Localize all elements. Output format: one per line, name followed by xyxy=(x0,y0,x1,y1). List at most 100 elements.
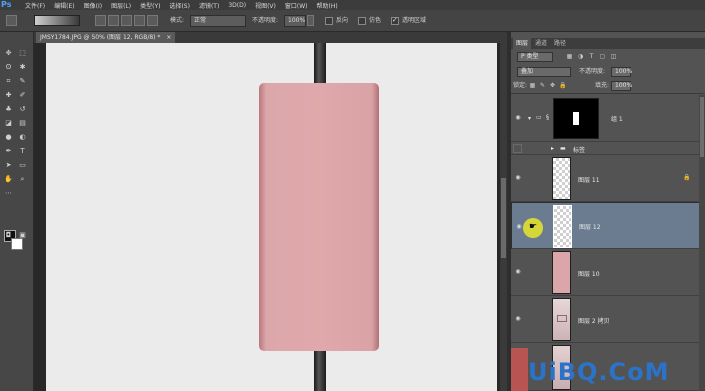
filter-shape-icon[interactable]: ▢ xyxy=(599,53,606,60)
layer-name[interactable]: 图层 10 xyxy=(578,269,600,278)
filter-type-icon[interactable]: T xyxy=(588,53,595,60)
diamond-gradient-icon[interactable] xyxy=(147,15,158,26)
transparency-checkbox[interactable] xyxy=(391,16,399,25)
layer-opacity-field[interactable]: 100% xyxy=(611,67,632,77)
marquee-tool-icon[interactable]: ⬚ xyxy=(18,49,27,57)
menu-select[interactable]: 选择(S) xyxy=(169,1,190,10)
collapse-arrow-icon[interactable]: ▸ xyxy=(551,145,554,152)
layer-row-2-copy[interactable]: ◉ 图层 2 拷贝 xyxy=(511,296,705,343)
canvas[interactable] xyxy=(46,43,497,391)
filter-adjustment-icon[interactable]: ◑ xyxy=(577,53,584,60)
layer-name[interactable]: 图层 12 xyxy=(579,223,601,233)
mode-label: 模式: xyxy=(170,17,185,24)
eraser-tool-icon[interactable]: ◪ xyxy=(4,119,13,127)
menu-image[interactable]: 图像(I) xyxy=(84,1,102,10)
zoom-tool-icon[interactable]: ⌕ xyxy=(18,175,27,183)
stamp-tool-icon[interactable]: ♣ xyxy=(4,105,13,113)
dither-checkbox[interactable] xyxy=(358,17,366,25)
group-mask-thumbnail[interactable] xyxy=(553,98,599,139)
tab-layers[interactable]: 图层 xyxy=(513,38,532,49)
gradient-tool-icon[interactable]: ▤ xyxy=(18,119,27,127)
reverse-checkbox[interactable] xyxy=(325,17,333,25)
healing-brush-icon[interactable]: ✚ xyxy=(4,91,13,99)
expand-arrow-icon[interactable]: ▾ xyxy=(528,115,531,122)
fill-label: 填充: xyxy=(595,82,610,89)
pen-tool-icon[interactable]: ✒ xyxy=(4,147,13,155)
pink-box-shape xyxy=(259,83,379,351)
magic-wand-icon[interactable]: ✱ xyxy=(18,63,27,71)
menu-file[interactable]: 文件(F) xyxy=(25,1,45,10)
blend-mode-select[interactable]: 叠加 xyxy=(517,67,571,77)
lock-all-icon[interactable]: 🔒 xyxy=(559,82,566,89)
layer-row-folder[interactable]: ▸ ▬ 标签 xyxy=(511,142,705,155)
close-tab-icon[interactable]: × xyxy=(166,34,171,41)
hand-tool-icon[interactable]: ✋ xyxy=(4,175,13,183)
reflected-gradient-icon[interactable] xyxy=(134,15,145,26)
crop-tool-icon[interactable]: ⌗ xyxy=(4,77,13,85)
menu-edit[interactable]: 编辑(E) xyxy=(54,1,74,10)
menu-filter[interactable]: 滤镜(T) xyxy=(199,1,219,10)
type-tool-icon[interactable]: T xyxy=(18,147,27,155)
menu-view[interactable]: 视图(V) xyxy=(255,1,276,10)
mode-select[interactable]: 正常 xyxy=(190,15,246,27)
layer-row-11[interactable]: ◉ 图层 11 🔒 xyxy=(511,155,705,202)
background-color-swatch[interactable] xyxy=(11,238,23,250)
visibility-eye-icon[interactable]: ◉ xyxy=(514,268,522,275)
history-brush-icon[interactable]: ↺ xyxy=(18,105,27,113)
menu-layer[interactable]: 图层(L) xyxy=(111,1,131,10)
layer-name[interactable]: 组 1 xyxy=(611,114,623,123)
layer-name[interactable]: 图层 11 xyxy=(578,175,600,184)
layer-row-group1[interactable]: ◉ ▾ ▭ § 组 1 xyxy=(511,95,705,142)
layer-thumbnail[interactable] xyxy=(553,205,572,248)
move-tool-icon[interactable]: ✥ xyxy=(4,49,13,57)
menu-3d[interactable]: 3D(D) xyxy=(228,2,246,9)
linear-gradient-icon[interactable] xyxy=(95,15,106,26)
tools-panel: ✥ ⬚ ʘ ✱ ⌗ ✎ ✚ ✐ ♣ ↺ ◪ ▤ ● ◐ ✒ T ➤ ▭ ✋ ⌕ … xyxy=(0,32,34,391)
layer-thumbnail[interactable] xyxy=(552,157,571,200)
screen-mode-icon[interactable]: ▣ xyxy=(18,231,27,239)
lasso-tool-icon[interactable]: ʘ xyxy=(4,63,13,71)
quick-mask-icon[interactable]: ◘ xyxy=(4,231,13,239)
mask-shape xyxy=(573,112,579,125)
layers-scrollbar-thumb[interactable] xyxy=(700,97,704,157)
radial-gradient-icon[interactable] xyxy=(108,15,119,26)
layer-name[interactable]: 标签 xyxy=(573,145,585,154)
tab-channels[interactable]: 通道 xyxy=(532,38,550,49)
fill-field[interactable]: 100% xyxy=(611,81,632,91)
filter-pixel-icon[interactable]: ▦ xyxy=(566,53,573,60)
document-tab[interactable]: JMSY1784.JPG @ 50% (图层 12, RGB/8) * × xyxy=(36,32,176,43)
gradient-picker[interactable] xyxy=(34,15,80,26)
layer-name[interactable]: 图层 2 拷贝 xyxy=(578,316,610,325)
blur-tool-icon[interactable]: ● xyxy=(4,133,13,141)
eyedropper-icon[interactable]: ✎ xyxy=(18,77,27,85)
tool-preset-icon[interactable] xyxy=(6,15,17,26)
edit-toolbar-icon[interactable]: ⋯ xyxy=(4,189,13,197)
visibility-eye-icon[interactable]: ◉ xyxy=(514,114,522,121)
brush-tool-icon[interactable]: ✐ xyxy=(18,91,27,99)
lock-paint-icon[interactable]: ✎ xyxy=(539,82,546,89)
menu-type[interactable]: 类型(Y) xyxy=(140,1,160,10)
lock-pixels-icon[interactable]: ▦ xyxy=(529,82,536,89)
opacity-field[interactable]: 100% xyxy=(284,15,306,27)
layer-thumbnail[interactable] xyxy=(552,251,571,294)
angle-gradient-icon[interactable] xyxy=(121,15,132,26)
visibility-eye-icon[interactable]: ◉ xyxy=(514,174,522,181)
filter-smart-object-icon[interactable]: ◫ xyxy=(610,53,617,60)
opacity-dropdown-icon[interactable] xyxy=(307,15,314,26)
pole-top xyxy=(314,43,326,83)
lock-position-icon[interactable]: ✥ xyxy=(549,82,556,89)
shape-tool-icon[interactable]: ▭ xyxy=(18,161,27,169)
layer-thumbnail[interactable] xyxy=(552,298,571,341)
folder-icon: ▬ xyxy=(560,145,566,152)
layer-row-10[interactable]: ◉ 图层 10 xyxy=(511,249,705,296)
menu-window[interactable]: 窗口(W) xyxy=(285,1,308,10)
visibility-eye-icon[interactable]: ◉ xyxy=(515,222,523,232)
dodge-tool-icon[interactable]: ◐ xyxy=(18,133,27,141)
path-select-icon[interactable]: ➤ xyxy=(4,161,13,169)
canvas-scrollbar-thumb[interactable] xyxy=(501,178,506,258)
layer-filter-select[interactable]: P 类型 xyxy=(517,52,553,62)
tab-paths[interactable]: 路径 xyxy=(551,38,569,49)
visibility-eye-icon[interactable]: ◉ xyxy=(514,315,522,322)
visibility-off-box[interactable] xyxy=(513,144,522,153)
menu-help[interactable]: 帮助(H) xyxy=(317,1,338,10)
